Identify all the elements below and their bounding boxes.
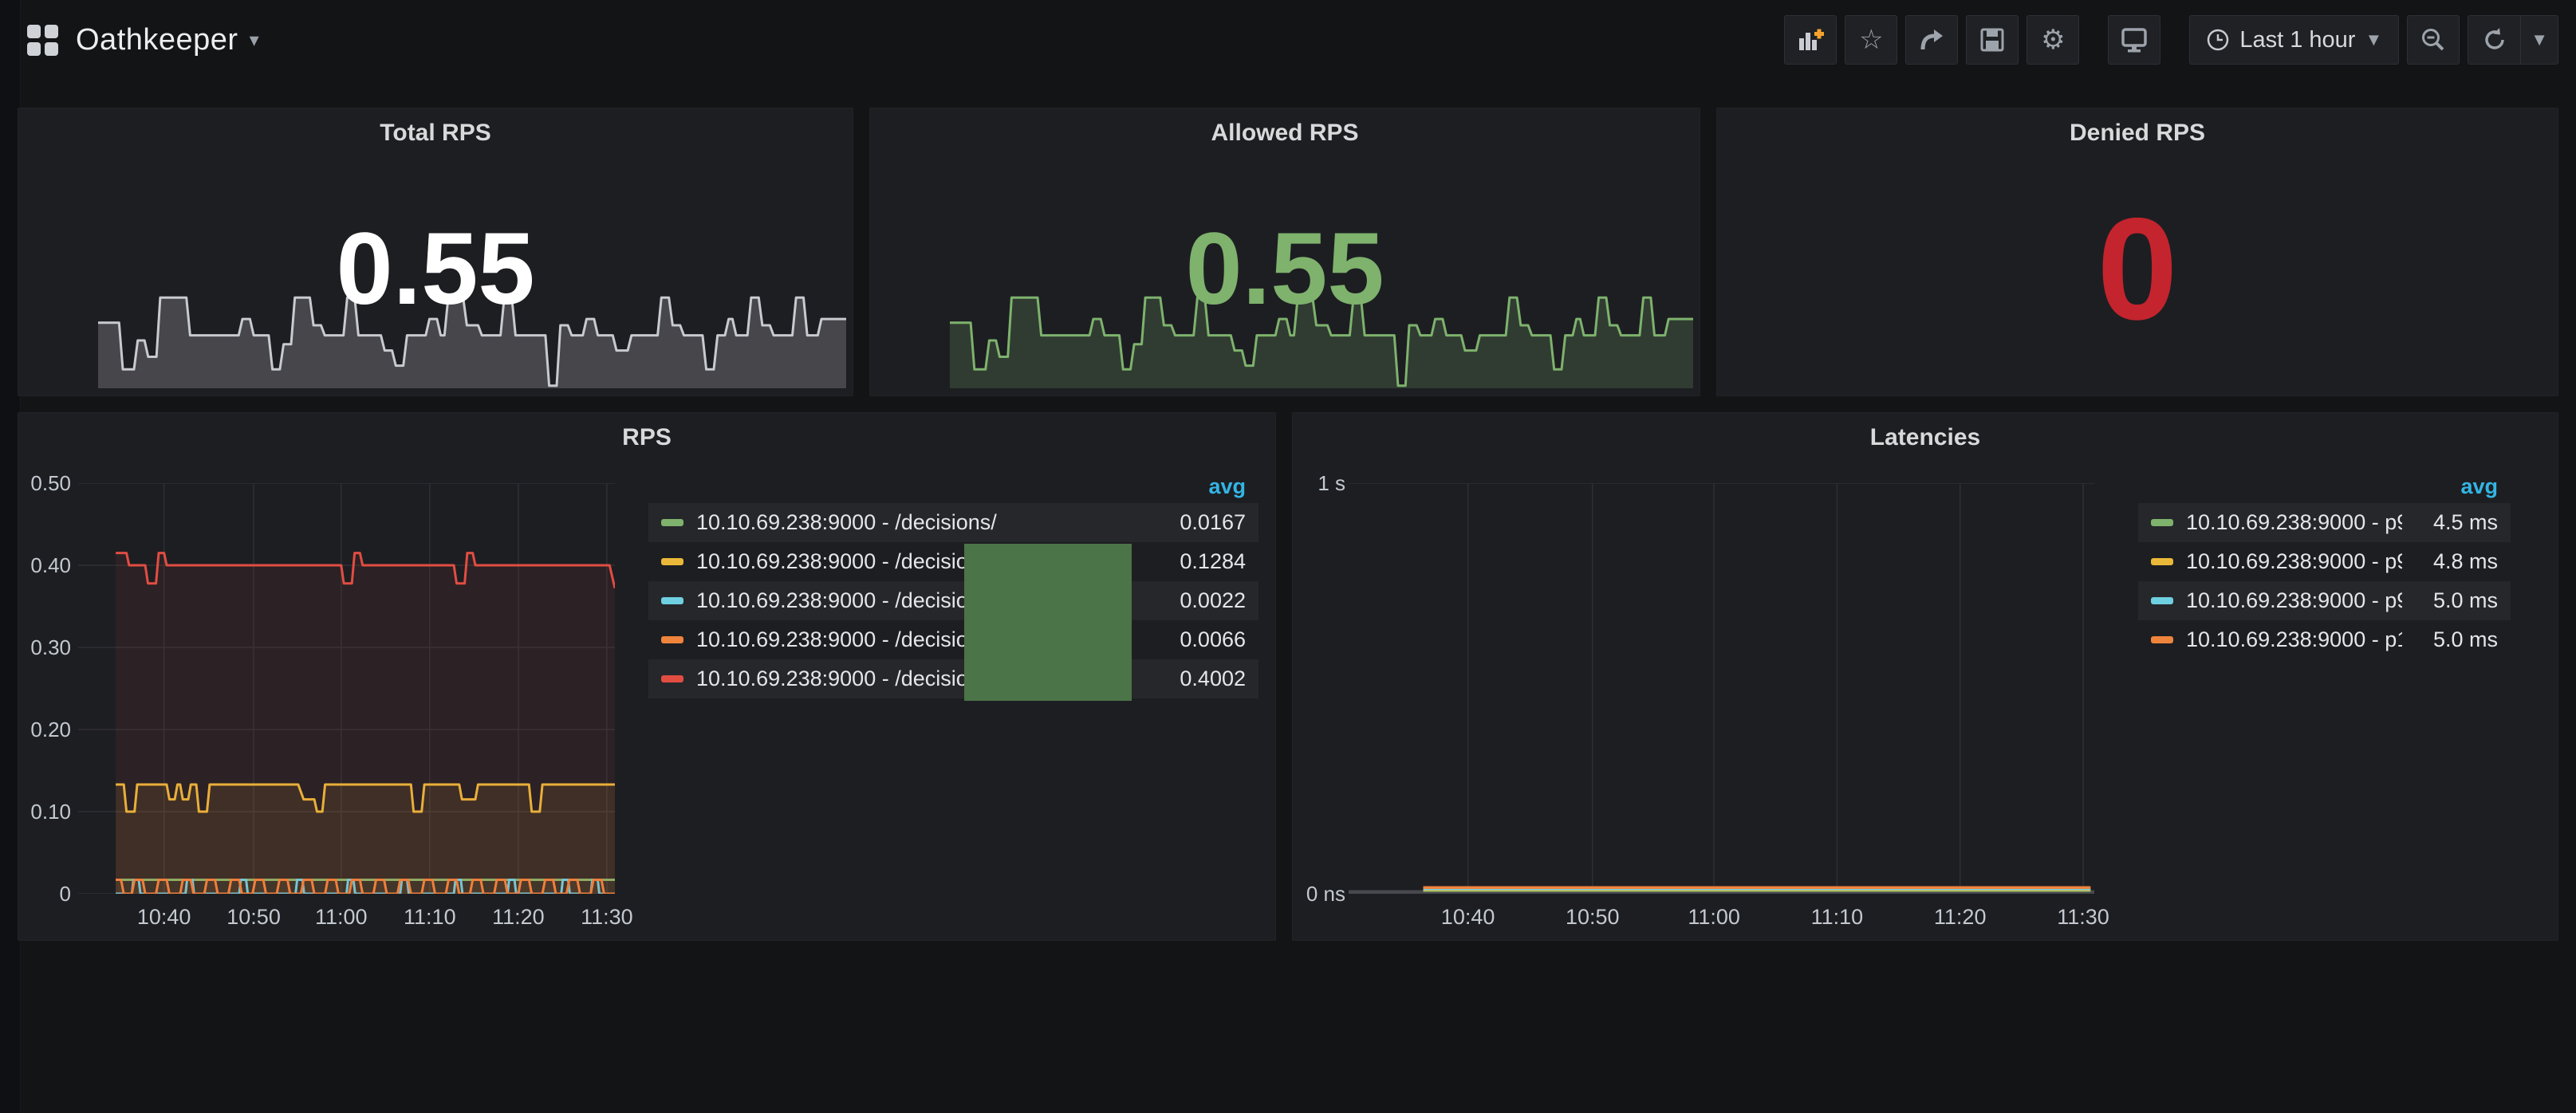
y-axis-tick: 0.20 xyxy=(25,718,71,742)
legend-row[interactable]: 10.10.69.238:9000 - /decisions/0.0066 xyxy=(648,620,1258,659)
x-axis-tick: 11:30 xyxy=(2027,905,2139,930)
zoom-out-button[interactable] xyxy=(2407,15,2460,65)
share-icon xyxy=(1918,27,1945,53)
cycle-view-button[interactable] xyxy=(2108,15,2160,65)
panel-title[interactable]: Total RPS xyxy=(18,120,853,147)
chevron-down-icon: ▼ xyxy=(2365,29,2382,50)
legend-row[interactable]: 10.10.69.238:9000 - p954.8 ms xyxy=(2138,542,2511,581)
dashboard-title[interactable]: Oathkeeper xyxy=(76,23,238,57)
series-label[interactable]: 10.10.69.238:9000 - p95 xyxy=(2186,549,2402,574)
refresh-interval-dropdown[interactable]: ▼ xyxy=(2520,15,2558,65)
legend-row[interactable]: 10.10.69.238:9000 - p1005.0 ms xyxy=(2138,620,2511,659)
monitor-icon xyxy=(2120,26,2149,53)
dashboard-header: Oathkeeper ▾ ☆ xyxy=(0,0,2576,80)
series-avg-value: 0.0066 xyxy=(1150,627,1246,652)
grafana-dashboard: Oathkeeper ▾ ☆ xyxy=(0,0,2576,1113)
y-axis-tick: 1 s xyxy=(1299,471,1345,496)
series-avg-value: 4.5 ms xyxy=(2402,510,2498,535)
series-label[interactable]: 10.10.69.238:9000 - p90 xyxy=(2186,510,2402,535)
y-axis-tick: 0.10 xyxy=(25,800,71,824)
legend-overlay-artifact xyxy=(964,544,1132,701)
series-label[interactable]: 10.10.69.238:9000 - p100 xyxy=(2186,627,2402,652)
x-axis-tick: 11:00 xyxy=(1658,905,1770,930)
save-icon xyxy=(1979,27,2005,53)
stat-value: 0.55 xyxy=(870,210,1700,328)
refresh-icon xyxy=(2482,27,2507,53)
chevron-down-icon[interactable]: ▾ xyxy=(250,29,259,52)
y-axis-tick: 0 xyxy=(25,882,71,907)
time-range-picker[interactable]: Last 1 hour ▼ xyxy=(2189,15,2399,65)
refresh-button[interactable] xyxy=(2468,15,2520,65)
panel-allowed-rps: Allowed RPS 0.55 xyxy=(869,108,1700,396)
panel-title[interactable]: Denied RPS xyxy=(1717,120,2558,147)
add-panel-icon xyxy=(1796,26,1825,53)
series-color-marker[interactable] xyxy=(661,558,683,565)
panel-denied-rps: Denied RPS 0 xyxy=(1716,108,2558,396)
zoom-out-icon xyxy=(2420,26,2447,53)
series-avg-value: 5.0 ms xyxy=(2402,588,2498,613)
x-axis-tick: 11:30 xyxy=(551,905,663,930)
save-button[interactable] xyxy=(1966,15,2019,65)
series-color-marker[interactable] xyxy=(2151,636,2173,643)
series-color-marker[interactable] xyxy=(2151,519,2173,526)
x-axis-tick: 10:50 xyxy=(1537,905,1648,930)
y-axis-tick: 0.50 xyxy=(25,471,71,496)
y-axis-tick: 0.30 xyxy=(25,635,71,660)
rps-legend: avg 10.10.69.238:9000 - /decisions/0.016… xyxy=(648,473,1258,698)
series-color-marker[interactable] xyxy=(2151,597,2173,604)
gear-icon: ⚙ xyxy=(2041,26,2065,53)
y-axis-tick: 0 ns xyxy=(1299,882,1345,907)
series-avg-value: 0.4002 xyxy=(1150,667,1246,691)
latencies-chart-plot[interactable] xyxy=(1349,483,2094,898)
legend-row[interactable]: 10.10.69.238:9000 - /decisions/0.0167 xyxy=(648,503,1258,542)
legend-row[interactable]: 10.10.69.238:9000 - p995.0 ms xyxy=(2138,581,2511,620)
rps-chart-plot[interactable] xyxy=(78,483,615,898)
legend-row[interactable]: 10.10.69.238:9000 - p904.5 ms xyxy=(2138,503,2511,542)
panel-title[interactable]: RPS xyxy=(18,424,1275,451)
series-color-marker[interactable] xyxy=(661,519,683,526)
series-avg-value: 5.0 ms xyxy=(2402,627,2498,652)
series-label[interactable]: 10.10.69.238:9000 - /decisions/ xyxy=(696,510,1150,535)
series-color-marker[interactable] xyxy=(661,636,683,643)
x-axis-tick: 10:40 xyxy=(1412,905,1524,930)
chevron-down-icon: ▼ xyxy=(2531,29,2548,50)
legend-row[interactable]: 10.10.69.238:9000 - /decisions/0.4002 xyxy=(648,659,1258,698)
time-range-label: Last 1 hour xyxy=(2239,27,2355,53)
series-label[interactable]: 10.10.69.238:9000 - p99 xyxy=(2186,588,2402,613)
legend-row[interactable]: 10.10.69.238:9000 - /decisions/0.0022 xyxy=(648,581,1258,620)
series-color-marker[interactable] xyxy=(2151,558,2173,565)
star-button[interactable]: ☆ xyxy=(1845,15,1897,65)
star-icon: ☆ xyxy=(1859,26,1883,53)
latencies-legend: avg 10.10.69.238:9000 - p904.5 ms10.10.6… xyxy=(2138,473,2511,659)
series-avg-value: 0.0167 xyxy=(1150,510,1246,535)
dashboard-title-group: Oathkeeper ▾ xyxy=(27,23,259,57)
legend-row[interactable]: 10.10.69.238:9000 - /decisions/0.1284 xyxy=(648,542,1258,581)
share-button[interactable] xyxy=(1905,15,1958,65)
panel-rps-chart: RPS 0.500.400.300.200.10010:4010:5011:00… xyxy=(18,412,1276,941)
x-axis-tick: 11:20 xyxy=(1904,905,2016,930)
legend-avg-header[interactable]: avg xyxy=(648,473,1258,503)
add-panel-button[interactable] xyxy=(1784,15,1837,65)
series-color-marker[interactable] xyxy=(661,675,683,682)
panel-title[interactable]: Allowed RPS xyxy=(870,120,1700,147)
dashboard-grid-icon[interactable] xyxy=(27,25,58,56)
stat-value: 0 xyxy=(1717,185,2558,352)
panel-latencies-chart: Latencies 1 s 0 ns 10:40 10:50 11:00 11:10 11:… xyxy=(1292,412,2558,941)
panel-total-rps: Total RPS 0.55 xyxy=(18,108,853,396)
clock-icon xyxy=(2206,28,2230,52)
x-axis-tick: 11:10 xyxy=(1781,905,1893,930)
legend-avg-header[interactable]: avg xyxy=(2138,473,2511,503)
series-avg-value: 0.1284 xyxy=(1150,549,1246,574)
y-axis-tick: 0.40 xyxy=(25,553,71,578)
panel-title[interactable]: Latencies xyxy=(1293,424,2558,451)
series-color-marker[interactable] xyxy=(661,597,683,604)
refresh-split-button: ▼ xyxy=(2468,15,2558,65)
toolbar: ☆ ⚙ xyxy=(1784,15,2558,65)
series-avg-value: 4.8 ms xyxy=(2402,549,2498,574)
stat-value: 0.55 xyxy=(18,210,853,328)
series-avg-value: 0.0022 xyxy=(1150,588,1246,613)
settings-button[interactable]: ⚙ xyxy=(2027,15,2079,65)
